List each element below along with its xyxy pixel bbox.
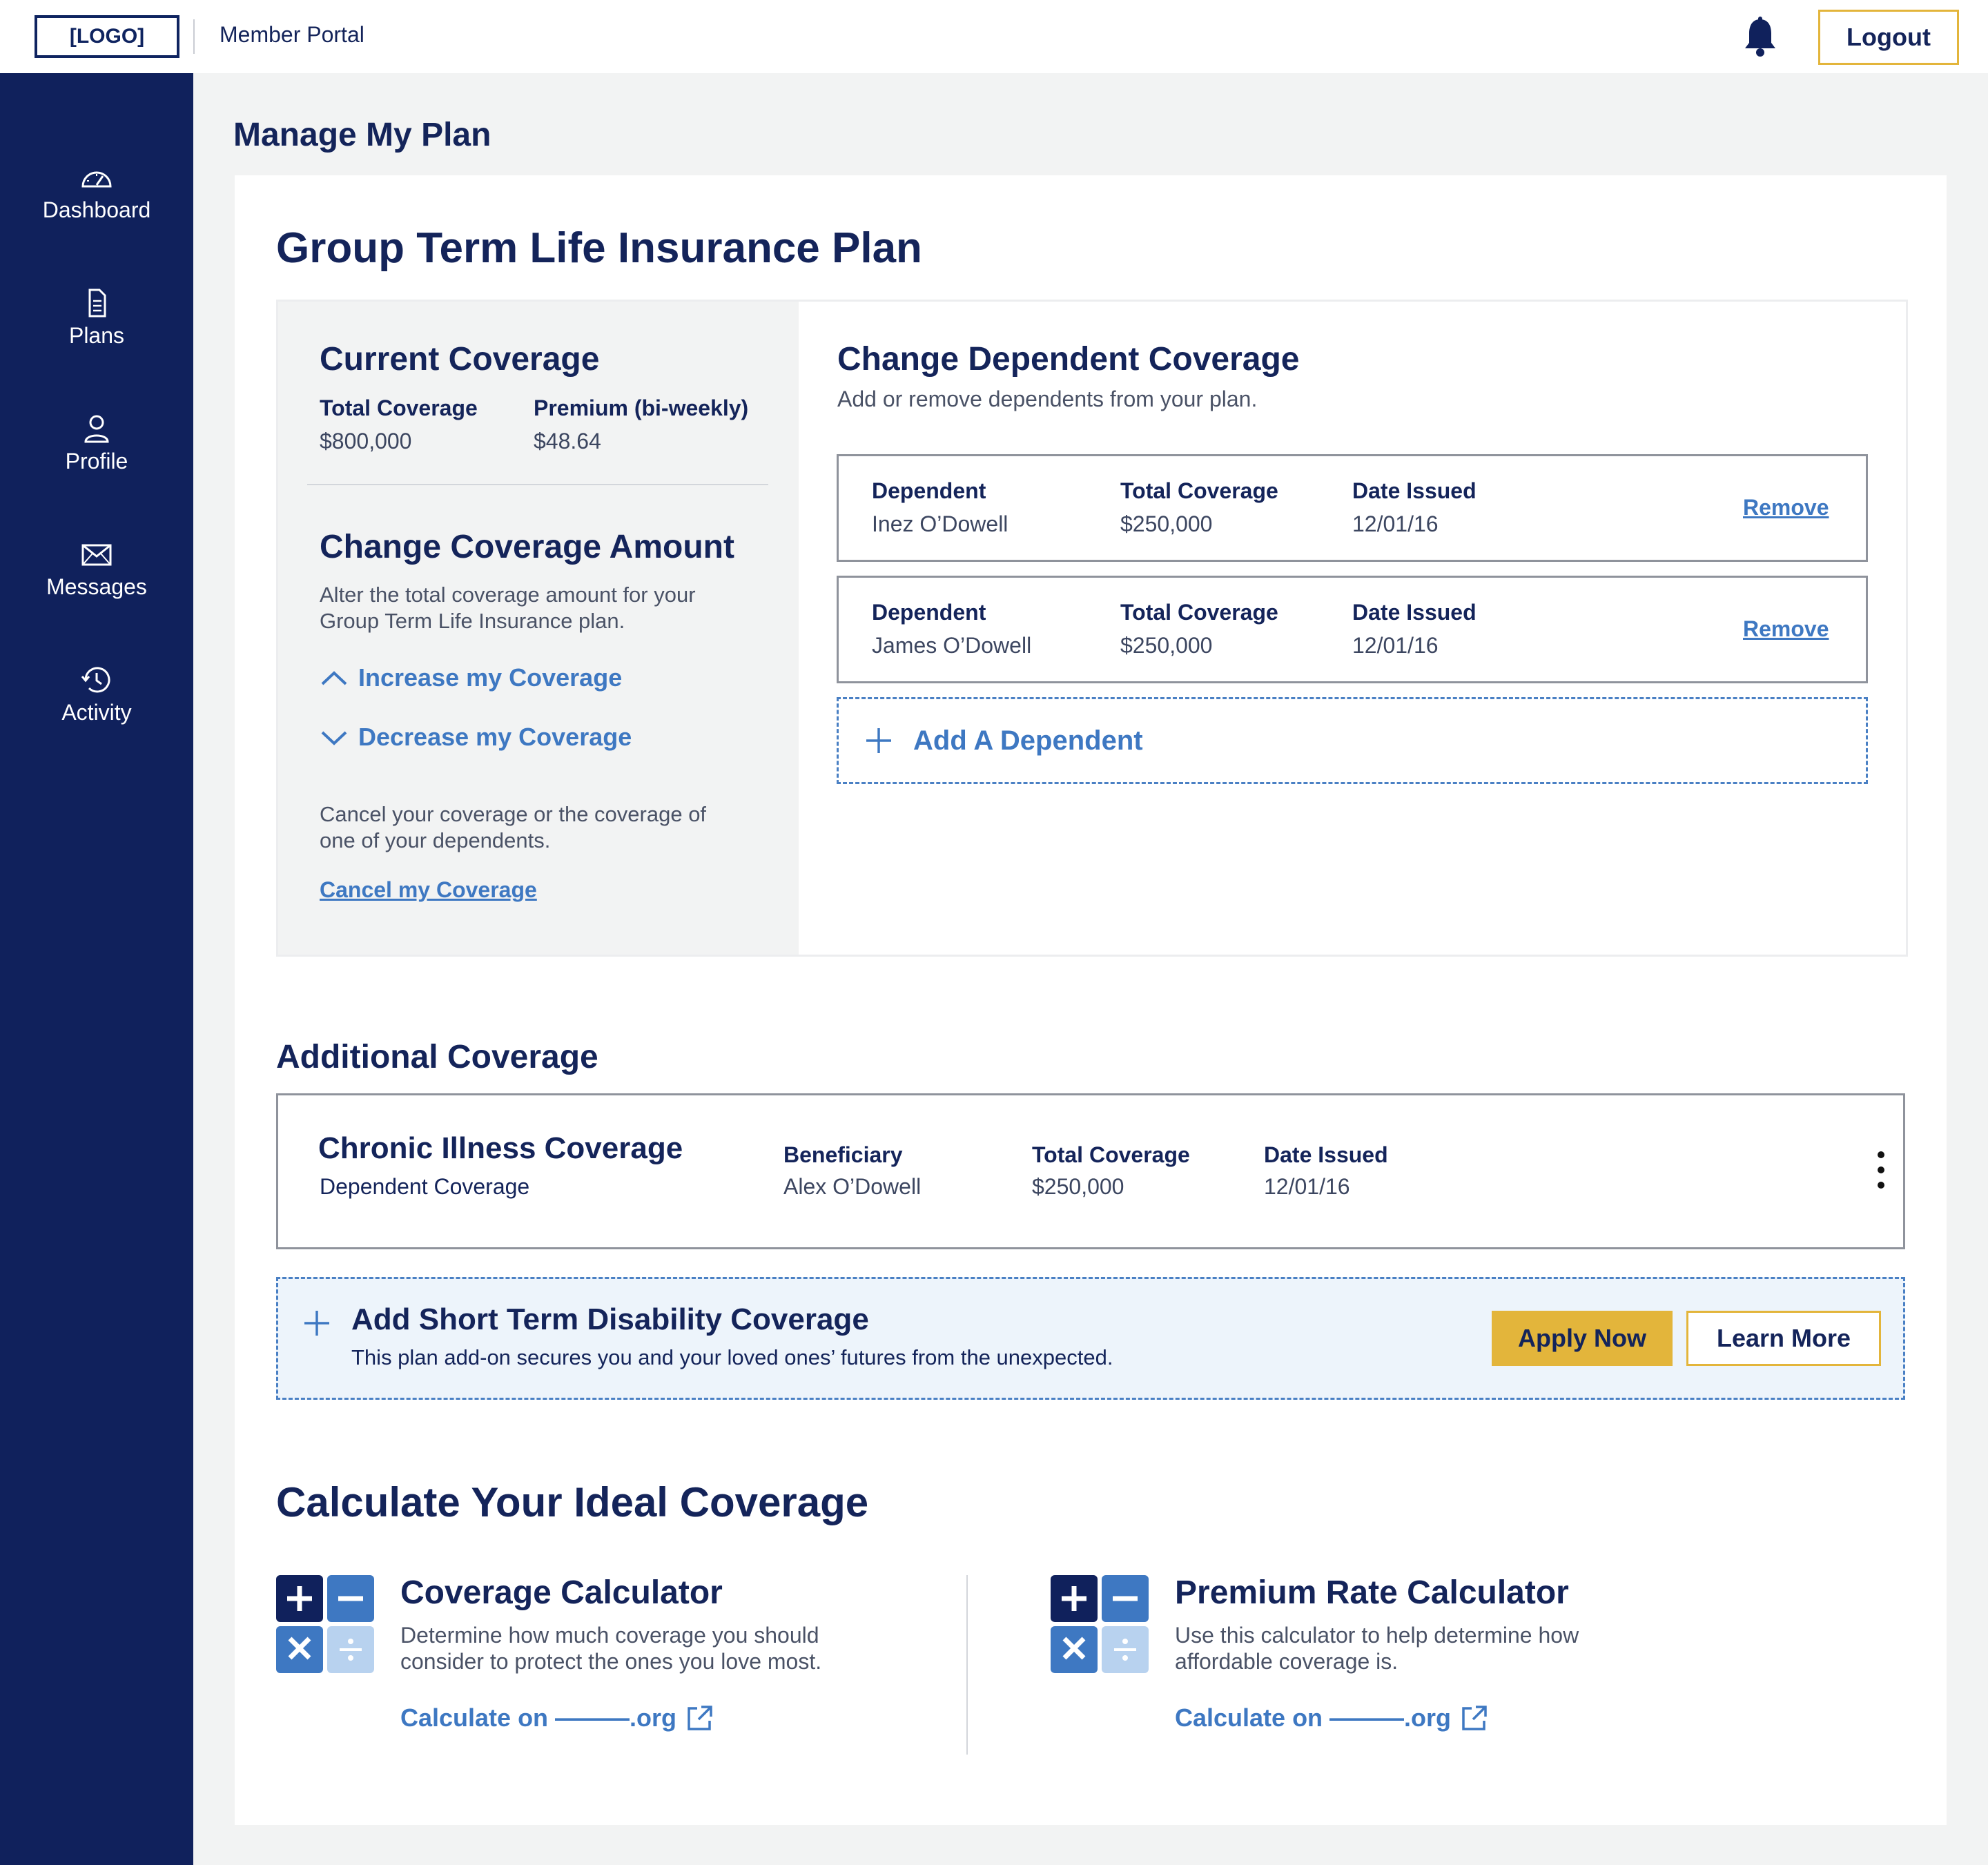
sidebar-item-label: Dashboard — [42, 197, 151, 222]
sidebar-item-label: Activity — [61, 700, 132, 725]
calculator-link-label: Calculate on ———.org — [1175, 1703, 1452, 1732]
remove-dependent-link[interactable]: Remove — [1743, 495, 1829, 520]
date-issued-value: 12/01/16 — [1352, 633, 1439, 658]
calculator-title: Premium Rate Calculator — [1175, 1574, 1569, 1611]
user-icon — [84, 415, 109, 443]
calculator-desc-1: Use this calculator to help determine ho… — [1175, 1623, 1579, 1648]
sidebar-item-messages[interactable]: Messages — [0, 540, 193, 623]
plus-icon — [866, 728, 891, 753]
add-dependent-button[interactable]: Add A Dependent — [837, 697, 1868, 784]
total-coverage-label: Total Coverage — [1120, 600, 1278, 625]
total-coverage-label: Total Coverage — [320, 396, 478, 420]
apply-now-button[interactable]: Apply Now — [1492, 1311, 1673, 1366]
date-issued-label: Date Issued — [1352, 478, 1477, 503]
page-title: Manage My Plan — [233, 117, 491, 153]
total-coverage-value: $250,000 — [1120, 511, 1213, 536]
external-link-icon — [688, 1706, 712, 1730]
additional-coverage-heading: Additional Coverage — [276, 1039, 598, 1075]
change-amount-desc-1: Alter the total coverage amount for your — [320, 583, 696, 607]
dependent-label: Dependent — [872, 478, 986, 503]
top-bar: [LOGO] Member Portal Logout — [0, 0, 1988, 73]
calculator-desc-1: Determine how much coverage you should — [400, 1623, 819, 1648]
dependent-coverage-subtitle: Add or remove dependents from your plan. — [837, 387, 1258, 411]
beneficiary-label: Beneficiary — [783, 1142, 903, 1167]
cancel-desc-2: one of your dependents. — [320, 828, 551, 852]
main-card: Group Term Life Insurance Plan Current C… — [235, 175, 1947, 1825]
current-coverage-panel: Current Coverage Total Coverage $800,000… — [278, 302, 799, 955]
short-term-disability-card: Add Short Term Disability Coverage This … — [276, 1277, 1905, 1400]
sidebar-item-profile[interactable]: Profile — [0, 414, 193, 497]
chevron-up-icon — [321, 671, 347, 685]
date-issued-label: Date Issued — [1264, 1142, 1388, 1167]
divider — [307, 484, 768, 485]
remove-dependent-link[interactable]: Remove — [1743, 616, 1829, 642]
change-amount-heading: Change Coverage Amount — [320, 529, 734, 565]
calculator-link-label: Calculate on ———.org — [400, 1703, 677, 1732]
date-issued-value: 12/01/16 — [1352, 511, 1439, 536]
more-options-icon[interactable] — [1874, 1149, 1888, 1191]
total-coverage-value: $800,000 — [320, 429, 412, 453]
sidebar: Dashboard Plans Profile Messages Activit… — [0, 73, 193, 1865]
change-amount-desc-2: Group Term Life Insurance plan. — [320, 609, 625, 633]
calculator-link[interactable]: Calculate on ———.org — [400, 1703, 714, 1732]
portal-name: Member Portal — [220, 22, 364, 47]
bell-icon[interactable] — [1742, 17, 1778, 58]
dependent-coverage-heading: Change Dependent Coverage — [837, 341, 1300, 378]
date-issued-label: Date Issued — [1352, 600, 1477, 625]
calculator-desc-2: consider to protect the ones you love mo… — [400, 1649, 822, 1674]
decrease-coverage-label: Decrease my Coverage — [358, 723, 632, 751]
calculator-desc-2: affordable coverage is. — [1175, 1649, 1399, 1674]
external-link-icon — [1462, 1706, 1487, 1730]
speedometer-icon — [81, 171, 112, 188]
dependent-row: Dependent James O’Dowell Total Coverage … — [837, 576, 1868, 683]
plan-title: Group Term Life Insurance Plan — [276, 224, 922, 272]
dependent-row: Dependent Inez O’Dowell Total Coverage $… — [837, 454, 1868, 562]
dependent-name: Inez O’Dowell — [872, 511, 1008, 536]
logout-button[interactable]: Logout — [1818, 10, 1959, 65]
topbar-divider — [193, 19, 195, 54]
date-issued-value: 12/01/16 — [1264, 1174, 1350, 1199]
total-coverage-label: Total Coverage — [1032, 1142, 1190, 1167]
cancel-coverage-link[interactable]: Cancel my Coverage — [320, 877, 537, 903]
chronic-title: Chronic Illness Coverage — [318, 1131, 683, 1165]
calculator-title: Coverage Calculator — [400, 1574, 723, 1611]
dependent-label: Dependent — [872, 600, 986, 625]
sidebar-item-dashboard[interactable]: Dashboard — [0, 163, 193, 246]
history-icon — [81, 667, 110, 693]
chevron-down-icon — [321, 731, 347, 745]
add-dependent-label: Add A Dependent — [913, 725, 1143, 756]
std-description: This plan add-on secures you and your lo… — [351, 1345, 1113, 1369]
chronic-subtitle: Dependent Coverage — [320, 1174, 530, 1199]
learn-more-button[interactable]: Learn More — [1686, 1311, 1881, 1366]
calculator-icon — [276, 1575, 374, 1673]
premium-label: Premium (bi-weekly) — [534, 396, 749, 420]
std-title: Add Short Term Disability Coverage — [351, 1302, 869, 1336]
envelope-icon — [81, 544, 112, 566]
premium-value: $48.64 — [534, 429, 601, 453]
total-coverage-value: $250,000 — [1032, 1174, 1124, 1199]
calculators-heading: Calculate Your Ideal Coverage — [276, 1479, 869, 1525]
sidebar-item-plans[interactable]: Plans — [0, 289, 193, 371]
plus-icon[interactable] — [302, 1308, 332, 1338]
calculator-link[interactable]: Calculate on ———.org — [1175, 1703, 1488, 1732]
logo[interactable]: [LOGO] — [35, 15, 179, 58]
document-icon — [88, 289, 106, 318]
dependent-name: James O’Dowell — [872, 633, 1032, 658]
beneficiary-value: Alex O’Dowell — [783, 1174, 922, 1199]
chronic-illness-card: Chronic Illness Coverage Dependent Cover… — [276, 1093, 1905, 1249]
increase-coverage-link[interactable]: Increase my Coverage — [320, 663, 622, 692]
calculator-icon — [1051, 1575, 1149, 1673]
decrease-coverage-link[interactable]: Decrease my Coverage — [320, 723, 632, 752]
sidebar-item-activity[interactable]: Activity — [0, 665, 193, 748]
total-coverage-value: $250,000 — [1120, 633, 1213, 658]
cancel-desc-1: Cancel your coverage or the coverage of — [320, 802, 707, 826]
calculator-divider — [966, 1575, 968, 1755]
sidebar-item-label: Plans — [68, 323, 125, 348]
increase-coverage-label: Increase my Coverage — [358, 663, 623, 692]
current-coverage-heading: Current Coverage — [320, 341, 600, 378]
sidebar-item-label: Profile — [65, 449, 128, 473]
total-coverage-label: Total Coverage — [1120, 478, 1278, 503]
sidebar-item-label: Messages — [46, 574, 147, 599]
